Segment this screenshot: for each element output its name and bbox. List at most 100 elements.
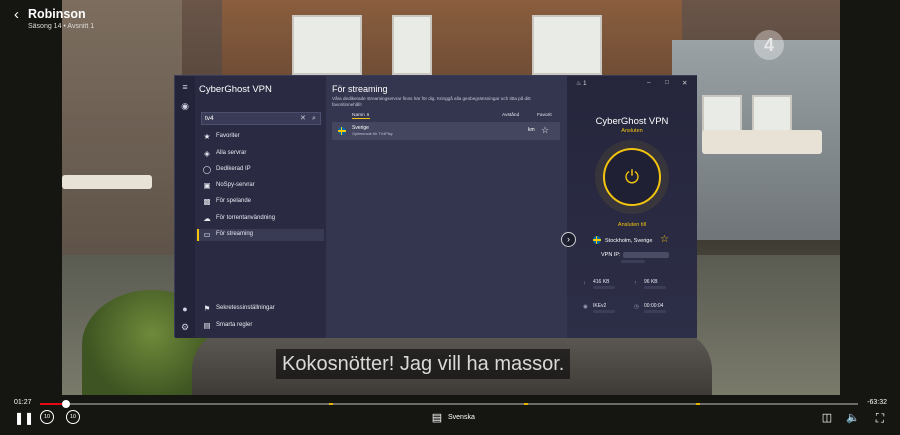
nav-item-privacy[interactable]: ⚑ Sekretessinställningar <box>197 303 324 315</box>
settings-gear-icon[interactable]: ⚙ <box>180 322 190 332</box>
fullscreen-icon[interactable]: ⛶ <box>873 411 887 425</box>
subtitle-language[interactable]: Svenska <box>448 414 475 421</box>
section-title: För streaming <box>332 84 388 94</box>
connected-to-label: Ansluten till <box>617 222 647 228</box>
nav-item-torrent[interactable]: ☁ För torrentanvändning <box>197 213 324 225</box>
nav-label: Dedikerad IP <box>216 166 251 172</box>
bell-icon: ♨ <box>576 81 582 87</box>
clear-search-icon[interactable]: ✕ <box>300 113 306 124</box>
vpn-nav: CyberGhost VPN ✕ ⌕ ★ Favoriter ◈ Alla se… <box>195 76 326 338</box>
ghost-icon[interactable]: ◉ <box>180 101 190 111</box>
sort-up-icon: ∧ <box>366 113 370 118</box>
vpn-ip-sub <box>621 260 645 263</box>
server-search[interactable]: ✕ ⌕ <box>201 112 321 125</box>
sweden-flag-icon <box>338 127 346 135</box>
nav-item-smart-rules[interactable]: ▤ Smarta regler <box>197 320 324 332</box>
download-sub <box>593 286 615 289</box>
nav-label: Favoriter <box>216 133 240 139</box>
column-favorite[interactable]: Favorit <box>537 113 552 118</box>
nav-item-all-servers[interactable]: ◈ Alla servrar <box>197 148 324 160</box>
nav-label: För torrentanvändning <box>216 215 276 221</box>
cloud-icon: ☁ <box>203 214 211 223</box>
clock-icon: ◷ <box>634 304 639 310</box>
nav-label: För spelande <box>216 198 252 204</box>
channel-logo: 4 <box>754 30 784 60</box>
nav-label: För streaming <box>216 231 254 237</box>
chapter-marker <box>524 403 528 405</box>
maximize-icon[interactable]: □ <box>665 79 669 86</box>
connection-panel: ♨ 1 – □ ✕ CyberGhost VPN Ansluten ⏻ Ansl… <box>567 76 697 338</box>
back-arrow-icon[interactable]: ‹ <box>14 6 28 24</box>
download-value: 416 KB <box>593 279 610 285</box>
power-icon: ⏻ <box>624 167 640 187</box>
chapter-marker <box>696 403 700 405</box>
nav-label: NoSpy-servrar <box>216 182 255 188</box>
globe-icon: ◈ <box>204 149 210 158</box>
lock-icon: ▣ <box>203 181 211 190</box>
elapsed-time: 01:27 <box>14 399 32 406</box>
privacy-icon: ⚑ <box>203 304 211 313</box>
search-icon[interactable]: ⌕ <box>312 113 316 124</box>
vpn-ip-value <box>623 252 669 258</box>
remaining-time: -63:32 <box>867 399 887 406</box>
skip-back-icon[interactable]: 10 <box>40 410 54 424</box>
column-name-label: Namn <box>352 113 365 118</box>
rules-icon: ▤ <box>203 321 211 330</box>
expand-panel-button[interactable]: › <box>561 232 576 247</box>
subtitles-icon[interactable]: ▤ <box>430 411 444 425</box>
favorite-star-icon[interactable]: ☆ <box>541 125 549 135</box>
upload-icon: ↑ <box>634 280 637 286</box>
account-icon[interactable]: ● <box>180 304 190 314</box>
nav-label: Alla servrar <box>216 150 247 156</box>
column-distance[interactable]: Avstånd <box>502 113 519 118</box>
pause-icon[interactable]: ❚❚ <box>14 411 34 425</box>
episode-info: Säsong 14 • Avsnitt 1 <box>28 23 95 30</box>
show-title: Robinson <box>28 7 86 21</box>
duration-sub <box>644 310 666 313</box>
server-subtitle: Optimerade för TV4Play <box>352 132 393 136</box>
protocol-value: IKEv2 <box>593 303 607 309</box>
user-ip-icon: ◯ <box>202 165 212 174</box>
section-description: Våra dedikerade streamingservrar finns h… <box>332 96 531 107</box>
chevron-right-icon: › <box>567 234 570 244</box>
status-title: CyberGhost VPN <box>595 116 669 127</box>
nav-label: Sekretessinställningar <box>216 305 275 311</box>
nav-label: Smarta regler <box>216 322 253 328</box>
vpn-ip-label: VPN IP: <box>601 252 621 258</box>
scrubber-handle[interactable] <box>62 400 71 408</box>
close-icon[interactable]: ✕ <box>682 79 687 87</box>
nav-item-streaming[interactable]: ▭ För streaming <box>197 229 324 241</box>
status-state: Ansluten <box>621 128 643 134</box>
tv-icon: ▭ <box>203 230 211 239</box>
star-icon: ★ <box>203 132 211 141</box>
volume-icon[interactable]: 🔈 <box>846 411 860 425</box>
protocol-sub <box>593 310 615 313</box>
vpn-window: ≡ ◉ ● ⚙ CyberGhost VPN ✕ ⌕ ★ Favoriter ◈… <box>174 75 697 338</box>
progress-bar[interactable] <box>40 400 858 408</box>
minimize-icon[interactable]: – <box>647 79 651 86</box>
nav-item-dedicated-ip[interactable]: ◯ Dedikerad IP <box>197 164 324 176</box>
nav-item-favorites[interactable]: ★ Favoriter <box>197 131 324 143</box>
server-name: Sverige <box>352 125 369 131</box>
sweden-flag-icon <box>593 236 601 244</box>
video-frame[interactable]: ‹ Robinson Säsong 14 • Avsnitt 1 4 Kokos… <box>0 0 900 435</box>
search-input[interactable] <box>205 113 291 124</box>
upload-sub <box>644 286 666 289</box>
cast-icon[interactable]: ◫ <box>820 411 834 425</box>
nav-item-gaming[interactable]: ▩ För spelande <box>197 196 324 208</box>
server-distance: km <box>528 127 535 133</box>
protocol-icon: ◉ <box>583 304 588 310</box>
notification-count: 1 <box>583 81 587 87</box>
skip-forward-icon[interactable]: 10 <box>66 410 80 424</box>
nav-item-nospy[interactable]: ▣ NoSpy-servrar <box>197 180 324 192</box>
server-list-panel: För streaming Våra dedikerade streamings… <box>326 76 567 338</box>
download-icon: ↓ <box>583 280 586 286</box>
power-button[interactable]: ⏻ <box>603 148 661 206</box>
vpn-rail: ≡ ◉ ● ⚙ <box>175 76 195 338</box>
column-name[interactable]: Namn ∧ <box>352 113 370 119</box>
location-favorite-star-icon[interactable]: ☆ <box>660 234 669 246</box>
server-row[interactable]: Sverige Optimerade för TV4Play km ☆ <box>332 122 560 140</box>
menu-icon[interactable]: ≡ <box>180 82 190 92</box>
notification-bell[interactable]: ♨ 1 <box>576 80 586 87</box>
location-label[interactable]: Stockholm, Sverige <box>605 238 652 244</box>
